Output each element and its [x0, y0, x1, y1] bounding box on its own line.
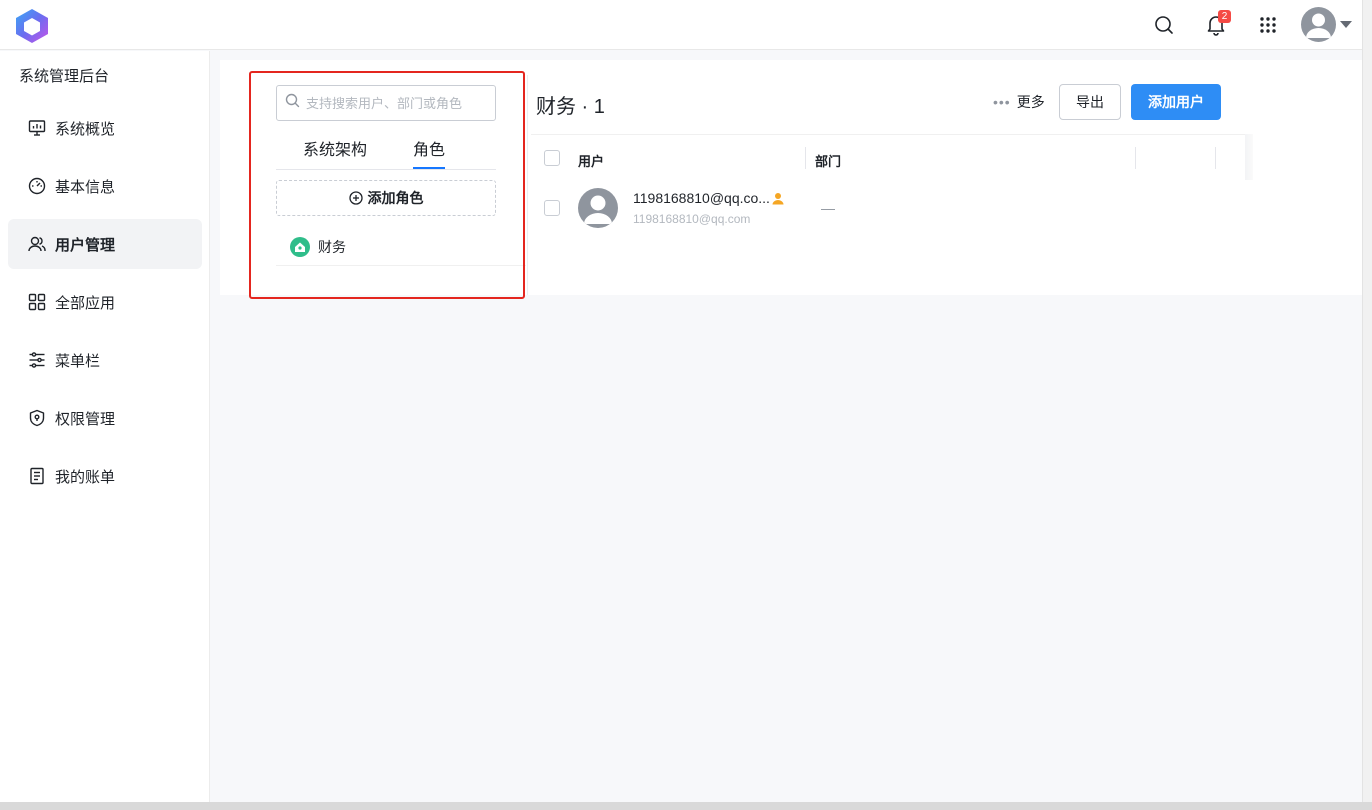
more-label: 更多 — [1016, 94, 1045, 110]
row-checkbox[interactable] — [544, 200, 560, 216]
admin-user-icon — [772, 192, 785, 205]
sidebar-item-label: 基本信息 — [55, 178, 116, 196]
notification-badge: 2 — [1218, 10, 1231, 23]
active-tab-indicator — [413, 167, 445, 169]
sidebar-item-my-bills[interactable]: 我的账单 — [8, 451, 202, 501]
user-avatar[interactable] — [1301, 7, 1336, 42]
sidebar-item-label: 菜单栏 — [55, 352, 101, 370]
sidebar-item-label: 全部应用 — [55, 294, 116, 312]
sidebar-item-basic-info[interactable]: 基本信息 — [8, 161, 202, 211]
grid-icon — [28, 293, 46, 311]
apps-grid-icon[interactable] — [1253, 10, 1283, 40]
tab-roles[interactable]: 角色 — [413, 136, 445, 160]
page-title: 财务 · 1 — [536, 96, 605, 118]
column-separator — [805, 147, 806, 169]
role-search-input[interactable] — [306, 95, 486, 111]
sidebar-item-label: 权限管理 — [55, 410, 116, 428]
add-user-button[interactable]: 添加用户 — [1131, 84, 1221, 120]
add-role-label: 添加角色 — [367, 190, 424, 206]
sidebar-item-label: 系统概览 — [55, 120, 116, 138]
shield-icon — [28, 409, 46, 427]
user-email: 1198168810@qq.com — [633, 212, 751, 226]
more-button[interactable]: ••• 更多 — [993, 92, 1045, 112]
user-name[interactable]: 1198168810@qq.co... — [633, 190, 770, 206]
notification-bell-icon[interactable]: 2 — [1201, 10, 1231, 40]
more-dots-icon: ••• — [993, 94, 1011, 110]
user-department: — — [821, 200, 835, 216]
role-list-item[interactable]: 财务 — [276, 228, 526, 266]
sidebar-item-overview[interactable]: 系统概览 — [8, 103, 202, 153]
select-all-checkbox[interactable] — [544, 150, 560, 166]
sidebar-nav: 系统概览 基本信息 用户管理 全部应用 菜单栏 权限管理 我的账单 — [8, 103, 202, 509]
column-separator — [1215, 147, 1216, 169]
dashboard-icon — [28, 177, 46, 195]
sidebar: 系统管理后台 系统概览 基本信息 用户管理 全部应用 菜单栏 权限管理 我的账单 — [0, 51, 210, 802]
horizontal-scrollbar[interactable] — [0, 802, 1372, 810]
monitor-icon — [28, 119, 46, 137]
add-role-button[interactable]: 添加角色 — [276, 180, 496, 216]
export-button[interactable]: 导出 — [1059, 84, 1121, 120]
search-icon — [285, 93, 300, 113]
sidebar-item-user-management[interactable]: 用户管理 — [8, 219, 202, 269]
receipt-icon — [28, 467, 46, 485]
plus-circle-icon — [348, 191, 363, 205]
role-name: 财务 — [318, 238, 346, 255]
users-icon — [28, 235, 46, 253]
panel-divider — [527, 75, 528, 295]
avatar — [578, 188, 618, 228]
table-header: 用户 部门 — [531, 134, 1252, 180]
sliders-icon — [28, 351, 46, 369]
column-separator — [1135, 147, 1136, 169]
sidebar-item-menu-bar[interactable]: 菜单栏 — [8, 335, 202, 385]
column-header-user: 用户 — [578, 154, 605, 169]
tab-org-structure[interactable]: 系统架构 — [303, 136, 367, 160]
sidebar-item-label: 用户管理 — [55, 236, 116, 254]
sidebar-item-all-apps[interactable]: 全部应用 — [8, 277, 202, 327]
top-bar: 2 — [0, 0, 1362, 50]
search-icon[interactable] — [1149, 10, 1179, 40]
role-panel-tabs: 系统架构 角色 — [276, 128, 496, 170]
column-header-department: 部门 — [815, 154, 842, 169]
sidebar-item-permissions[interactable]: 权限管理 — [8, 393, 202, 443]
table-fixed-column-shadow — [1245, 134, 1253, 180]
sidebar-title: 系统管理后台 — [19, 68, 110, 85]
account-dropdown-icon[interactable] — [1340, 21, 1352, 28]
role-search-box[interactable] — [276, 85, 496, 121]
role-icon — [290, 236, 310, 257]
vertical-scrollbar[interactable] — [1362, 0, 1372, 810]
sidebar-item-label: 我的账单 — [55, 468, 116, 486]
